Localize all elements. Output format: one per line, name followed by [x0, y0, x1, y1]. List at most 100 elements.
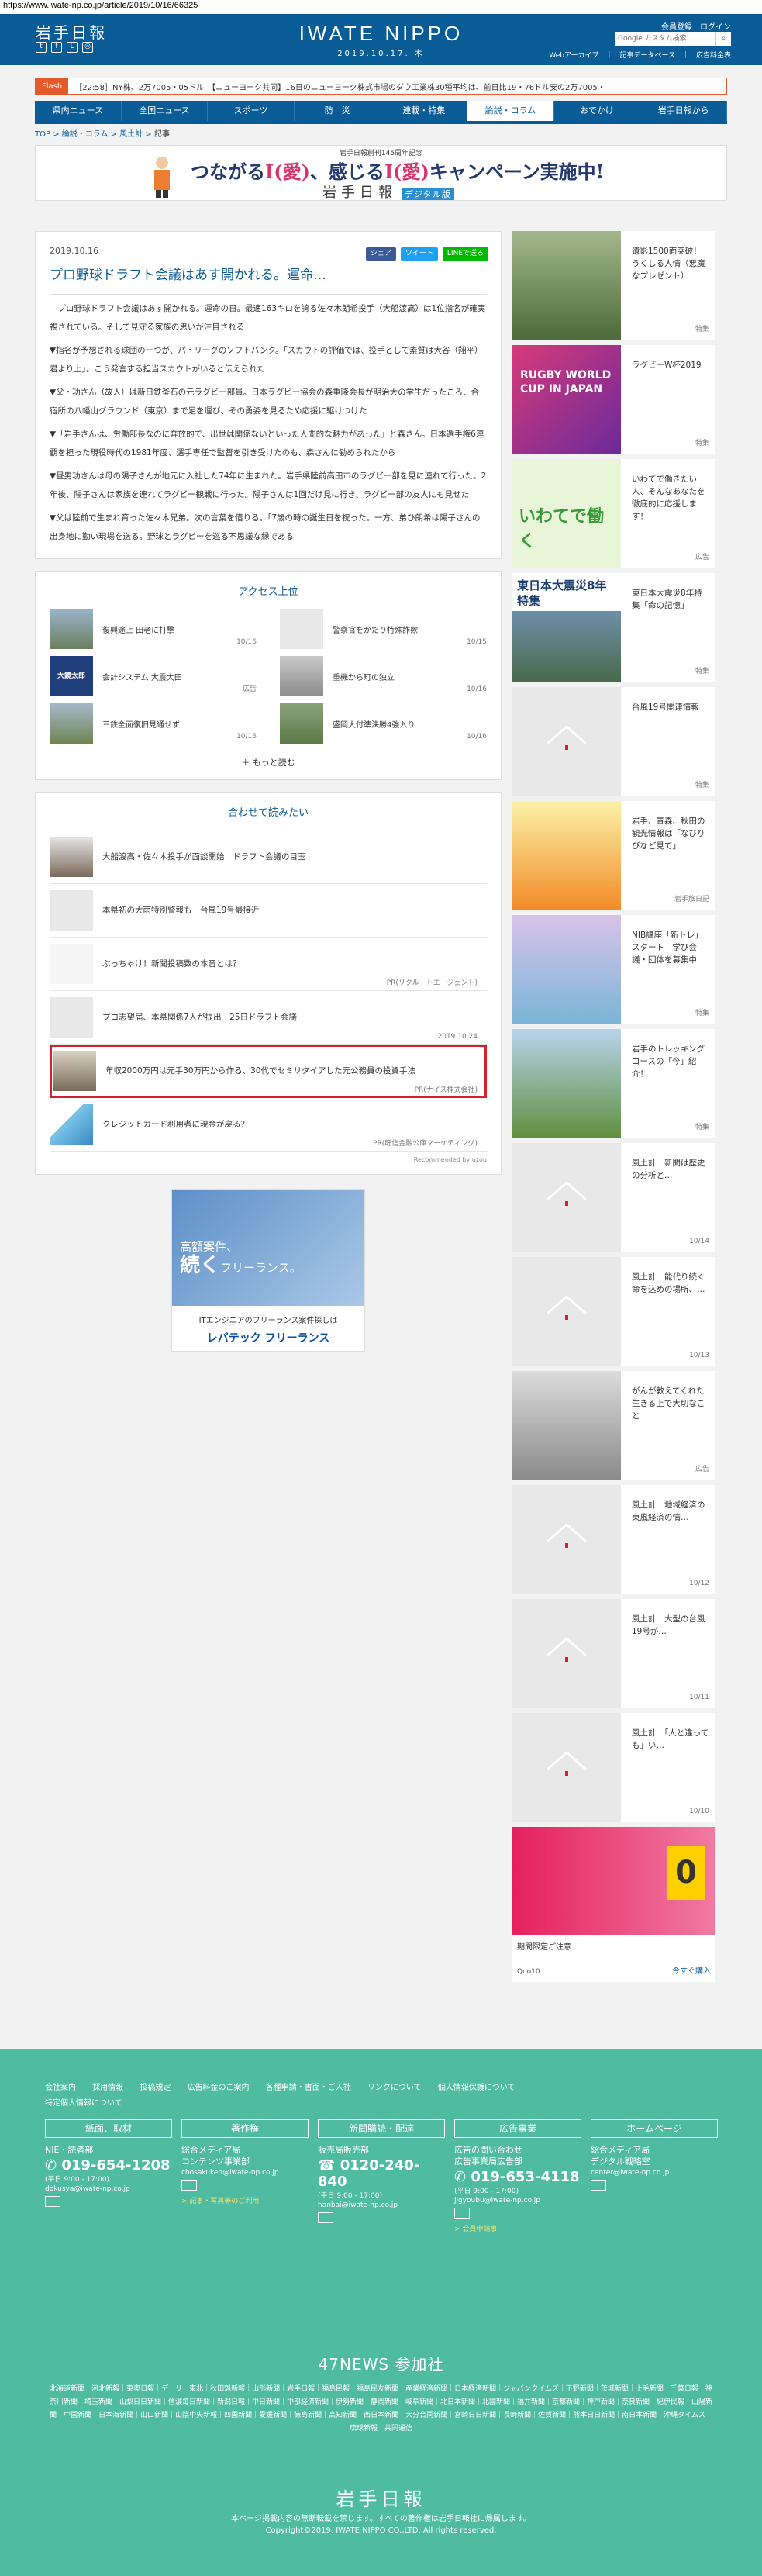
breadcrumb: TOP > 論説・コラム > 風土計 > 記事 — [35, 130, 170, 139]
sidebar-item[interactable]: 風土計 能代り続く命を込めの場所、… 10/13 — [512, 1257, 715, 1366]
email-link[interactable]: hanbai@iwate-np.co.jp — [318, 2201, 445, 2209]
nav-item-disaster[interactable]: 防 災 — [295, 101, 381, 121]
sidebar-item[interactable]: 遺影1500面突破！うくしる人情（悪魔なプレゼント） 特集 — [512, 231, 715, 340]
nav-item-outing[interactable]: おでかけ — [554, 101, 641, 121]
twitter-icon[interactable]: t — [36, 42, 47, 53]
more-button[interactable]: ＋ もっと読む — [50, 756, 487, 768]
footer-link[interactable]: リンクについて — [367, 2084, 422, 2092]
footer-logo[interactable]: 岩手日報 — [0, 2484, 762, 2511]
mail-icon[interactable] — [454, 2208, 470, 2219]
article-paragraph: ▼指名が予想される球団の一つが、パ・リーグのソフトバンク。「スカウトの評価では、… — [50, 346, 483, 374]
sidebar-item[interactable]: RUGBY WORLD CUP IN JAPAN ラグビーW杯2019 特集 — [512, 345, 715, 454]
sidebar-ad-shop: Qoo10 — [517, 1968, 540, 1976]
search-icon[interactable]: ⌕ — [715, 32, 731, 46]
sidebar-ad-image: 0 — [512, 1827, 715, 1935]
buy-now-link[interactable]: 今すぐ購入 — [672, 1964, 711, 1976]
nav-item-sports[interactable]: スポーツ — [208, 101, 295, 121]
campaign-banner[interactable]: 岩手日報創刊145周年記念 つながるI(愛)、感じるI(愛)キャンペーン実施中!… — [35, 145, 727, 201]
related-item-highlighted[interactable]: 年収2000万円は元手30万円から作る、30代でセミリタイアした元公務員の投資手… — [50, 1045, 487, 1098]
email-link[interactable]: center@iwate-np.co.jp — [591, 2169, 718, 2177]
line-share-button[interactable]: LINEで送る — [442, 247, 488, 261]
breadcrumb-fudokei[interactable]: 風土計 — [119, 130, 143, 139]
sidebar-item[interactable]: 岩手、青森、秋田の観光情報は「なびりびなど見て」 岩手旅日記 — [512, 801, 715, 910]
email-link[interactable]: dokusya@iwate-np.co.jp — [45, 2185, 172, 2193]
ranking-item[interactable]: 盛岡大付準決勝4強入り 10/16 — [280, 703, 487, 744]
related-title: 合わせて読みたい — [227, 807, 309, 819]
recommended-by[interactable]: Recommended by uzou — [50, 1156, 487, 1163]
email-link[interactable]: chosakuken@iwate-np.co.jp — [181, 2169, 309, 2177]
nav-item-national[interactable]: 全国ニュース — [122, 101, 209, 121]
footer-link[interactable]: 会社案内 — [45, 2084, 76, 2092]
related-item[interactable]: 本県初の大雨特別警報も 台風19号最接近 — [50, 884, 487, 938]
breadcrumb-current: 記事 — [153, 130, 170, 139]
email-link[interactable]: jigyoubu@iwate-np.co.jp — [454, 2197, 581, 2205]
facebook-icon[interactable]: f — [51, 42, 62, 53]
mail-icon[interactable] — [591, 2180, 606, 2191]
breadcrumb-top[interactable]: TOP — [35, 130, 50, 139]
phone-number[interactable]: ✆ 019-654-1208 — [45, 2157, 172, 2174]
house-placeholder-icon — [547, 1181, 587, 1206]
sidebar-thumbnail: RUGBY WORLD CUP IN JAPAN — [512, 345, 621, 454]
contact-block-news: 紙面、取材 NIE・読者部 ✆ 019-654-1208 (平日 9:00 - … — [45, 2119, 172, 2207]
flash-text[interactable]: ［22:58］NY株、2万7005・05ドル 【ニューヨーク共同】16日のニュー… — [74, 81, 605, 92]
footer-link[interactable]: 広告料金のご案内 — [188, 2084, 250, 2092]
sidebar-item[interactable]: いわてで働く いわてで働きたい人、そんなあなたを徹底的に応援します！ 広告 — [512, 459, 715, 568]
mail-icon[interactable] — [318, 2212, 333, 2223]
usage-link[interactable]: > 記事・写真等のご利用 — [181, 2195, 309, 2205]
related-item[interactable]: ぶっちゃけ！新聞投稿数の本音とは？ PR(リクルートエージェント) — [50, 938, 487, 991]
thumbnail — [50, 890, 93, 931]
sidebar-item[interactable]: がんが教えてくれた生きる上で大切なこと 広告 — [512, 1371, 715, 1480]
tweet-button[interactable]: ツイート — [400, 247, 438, 261]
footer-link[interactable]: 各種申請・書面・ご入社 — [266, 2084, 351, 2092]
ad-caption: 高額案件、 続くフリーランス。 — [180, 1240, 302, 1277]
ranking-item[interactable]: 復興途上 田老に打撃 10/16 — [50, 609, 257, 649]
line-icon[interactable]: L — [67, 42, 78, 53]
brand-name[interactable]: IWATE NIPPO — [295, 22, 467, 46]
ranking-item[interactable]: 大鏡太郎 会計システム 大震大田 広告 — [50, 656, 257, 696]
ranking-item[interactable]: 重機から町の独立 10/16 — [280, 656, 487, 696]
site-logo[interactable]: 岩手日報 — [36, 20, 107, 43]
footer-link[interactable]: 採用情報 — [92, 2084, 123, 2092]
breadcrumb-opinion[interactable]: 論説・コラム — [62, 130, 109, 139]
ranking-item[interactable]: 警察官をかたり特殊詐欺 10/15 — [280, 609, 487, 649]
flash-news-bar[interactable]: Flash ［22:58］NY株、2万7005・05ドル 【ニューヨーク共同】1… — [35, 78, 727, 95]
flash-tag: Flash — [36, 78, 69, 94]
mail-icon[interactable] — [45, 2196, 60, 2207]
nav-item-from-nippo[interactable]: 岩手日報から — [640, 101, 727, 121]
sidebar-item[interactable]: 岩手のトレッキングコースの「今」紹介！ 特集 — [512, 1029, 715, 1138]
thumbnail — [50, 703, 93, 744]
sidebar-ad[interactable]: 0 期間限定ご注意 Qoo10 今すぐ購入 — [512, 1827, 715, 1982]
sidebar-item[interactable]: 風土計 「人と違っても」い… 10/10 — [512, 1713, 715, 1822]
sidebar-item[interactable]: 風土計 地域経済の東風経済の情… 10/12 — [512, 1485, 715, 1594]
url-bar[interactable]: https://www.iwate-np.co.jp/article/2019/… — [0, 0, 762, 14]
site-search: ⌕ — [615, 32, 731, 46]
sidebar-item[interactable]: NIB講座「新トレ」スタート 学び会議・団体を募集中 特集 — [512, 915, 715, 1024]
footer-link[interactable]: 個人情報保護について — [438, 2084, 515, 2092]
thumbnail — [50, 1104, 93, 1145]
freelance-ad[interactable]: 高額案件、 続くフリーランス。 ITエンジニアのフリーランス案件探しは レバテック… — [171, 1189, 365, 1352]
related-item[interactable]: クレジットカード利用者に現金が戻る？ PR(旺信金融公庫マーケティング) — [50, 1098, 487, 1152]
nav-item-opinion[interactable]: 論説・コラム — [467, 101, 554, 121]
instagram-icon[interactable]: ◎ — [82, 42, 93, 53]
sidebar-item[interactable]: 風土計 新聞は歴史の分析と… 10/14 — [512, 1143, 715, 1252]
participant-papers[interactable]: 北海道新聞｜河北新報｜東奥日報｜デーリー東北｜秋田魁新報｜山形新聞｜岩手日報｜福… — [47, 2383, 715, 2436]
mail-icon[interactable] — [181, 2180, 197, 2191]
footer-link[interactable]: 特定個人情報について — [45, 2099, 122, 2108]
facebook-share-button[interactable]: シェア — [365, 247, 396, 261]
nav-item-local[interactable]: 県内ニュース — [35, 101, 122, 121]
related-item[interactable]: プロ志望届、本県関係7人が提出 25日ドラフト会議 2019.10.24 — [50, 991, 487, 1045]
member-links[interactable]: 会員登録 ログイン — [661, 20, 731, 32]
nav-item-series[interactable]: 連載・特集 — [381, 101, 468, 121]
sidebar-item[interactable]: 台風19号関連情報 特集 — [512, 687, 715, 796]
footer-link[interactable]: 投稿規定 — [140, 2084, 171, 2092]
search-input[interactable] — [615, 32, 715, 46]
member-application-link[interactable]: > 会員申請事 — [454, 2223, 581, 2233]
sidebar-item[interactable]: 東日本大震災8年特集 東日本大震災8年特集「命の記憶」 特集 — [512, 573, 715, 682]
header-sublinks[interactable]: Webアーカイブ ｜ 記事データベース ｜ 広告料金表 — [549, 50, 731, 60]
sidebar-thumbnail — [512, 1371, 621, 1480]
phone-number[interactable]: ✆ 019-653-4118 — [454, 2169, 581, 2185]
related-item[interactable]: 大船渡高・佐々木投手が面談開始 ドラフト会議の目玉 — [50, 830, 487, 884]
ranking-item[interactable]: 三鉄全面復旧見通せず 10/16 — [50, 703, 257, 744]
phone-number[interactable]: ☎ 0120-240-840 — [318, 2157, 445, 2190]
sidebar-item[interactable]: 風土計 大型の台風19号が… 10/11 — [512, 1599, 715, 1708]
